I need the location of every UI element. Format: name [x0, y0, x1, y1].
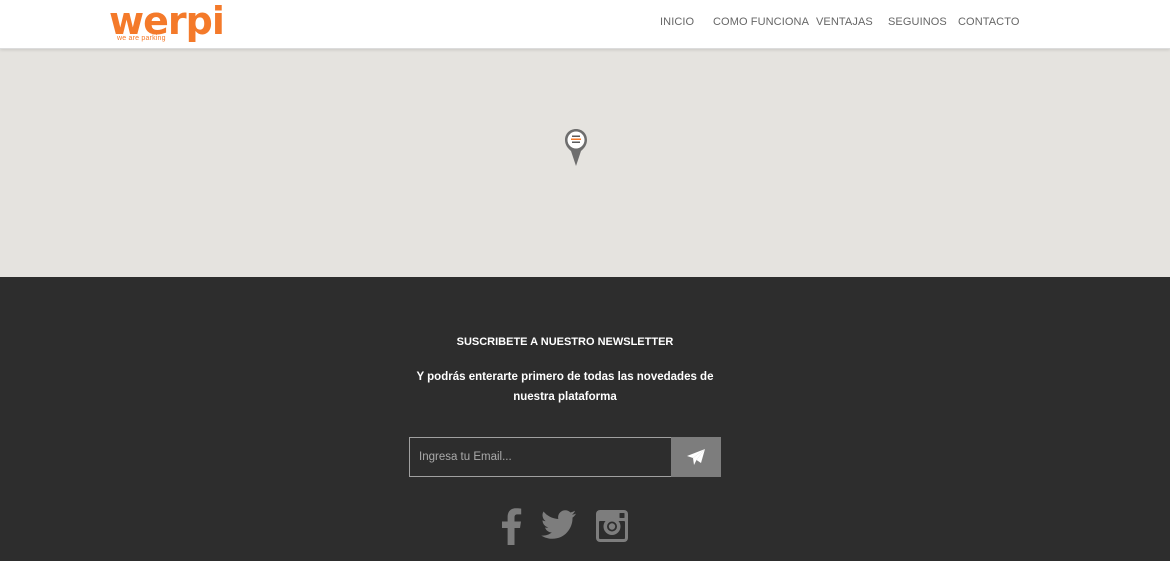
nav-item-ventajas[interactable]: VENTAJAS [816, 16, 873, 28]
newsletter-title: SUSCRIBETE A NUESTRO NEWSLETTER [0, 336, 1130, 349]
newsletter-description: Y podrás enterarte primero de todas las … [410, 367, 720, 407]
newsletter-title-text: SUSCRIBETE A NUESTRO NEWSLETTER [456, 336, 674, 348]
nav-item-contacto[interactable]: CONTACTO [958, 16, 1020, 28]
map-pin-icon[interactable] [564, 128, 588, 168]
newsletter-description-line1: Y podrás enterarte primero de todas las … [416, 371, 714, 383]
site-header: werpi we are parking INICIO COMO FUNCION… [0, 0, 1170, 49]
brand-logo[interactable]: werpi we are parking [109, 0, 225, 46]
paper-plane-icon [687, 449, 705, 465]
instagram-icon[interactable] [595, 509, 629, 549]
facebook-icon[interactable] [500, 507, 522, 547]
subscribe-button[interactable] [671, 437, 721, 477]
nav-item-como-funciona[interactable]: COMO FUNCIONA [713, 16, 809, 28]
footer-newsletter: SUSCRIBETE A NUESTRO NEWSLETTER Y podrás… [0, 277, 1170, 561]
map[interactable] [0, 49, 1170, 277]
email-input[interactable] [409, 437, 672, 477]
nav-item-inicio[interactable]: INICIO [660, 16, 694, 28]
newsletter-description-line2: nuestra plataforma [513, 391, 617, 403]
newsletter-form [409, 437, 721, 477]
twitter-icon[interactable] [541, 510, 577, 550]
logo-tagline: we are parking [117, 35, 166, 42]
nav-item-seguinos[interactable]: SEGUINOS [888, 16, 947, 28]
